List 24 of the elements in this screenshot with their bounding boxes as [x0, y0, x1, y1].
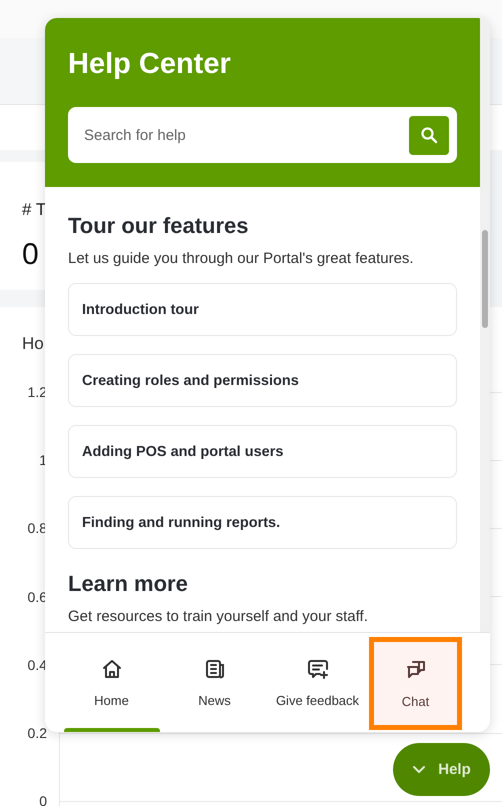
search-input[interactable]: Search for help: [82, 126, 409, 144]
search-icon: [420, 126, 438, 144]
section-heading: Tour our features: [68, 213, 250, 239]
feedback-icon: [306, 657, 330, 681]
chart-title: Ho: [22, 334, 44, 354]
stat-label: # T: [22, 200, 46, 220]
nav-tab[interactable]: Give feedback: [266, 633, 369, 732]
search-button[interactable]: [409, 116, 449, 154]
tour-item[interactable]: Introduction tour: [68, 283, 457, 336]
axis-label: 0: [38, 793, 47, 806]
stat-value: 0: [22, 238, 39, 272]
axis-label: 0.2: [26, 725, 47, 742]
panel-title: Help Center: [68, 48, 232, 81]
section-description: Get resources to train yourself and your staff.: [68, 608, 369, 625]
nav-tab[interactable]: Home: [60, 633, 163, 732]
tour-item[interactable]: Adding POS and portal users: [68, 425, 457, 478]
section-description: Let us guide you through our Portal's great features.: [68, 250, 415, 267]
nav-tab[interactable]: Chat: [369, 637, 462, 730]
tour-item[interactable]: Finding and running reports.: [68, 496, 457, 549]
nav-tab[interactable]: News: [163, 633, 266, 732]
search-field[interactable]: Search for help: [68, 107, 457, 163]
tour-item[interactable]: Creating roles and permissions: [68, 354, 457, 407]
chevron-down-icon: [412, 765, 426, 774]
section-heading: Learn more: [68, 571, 189, 597]
